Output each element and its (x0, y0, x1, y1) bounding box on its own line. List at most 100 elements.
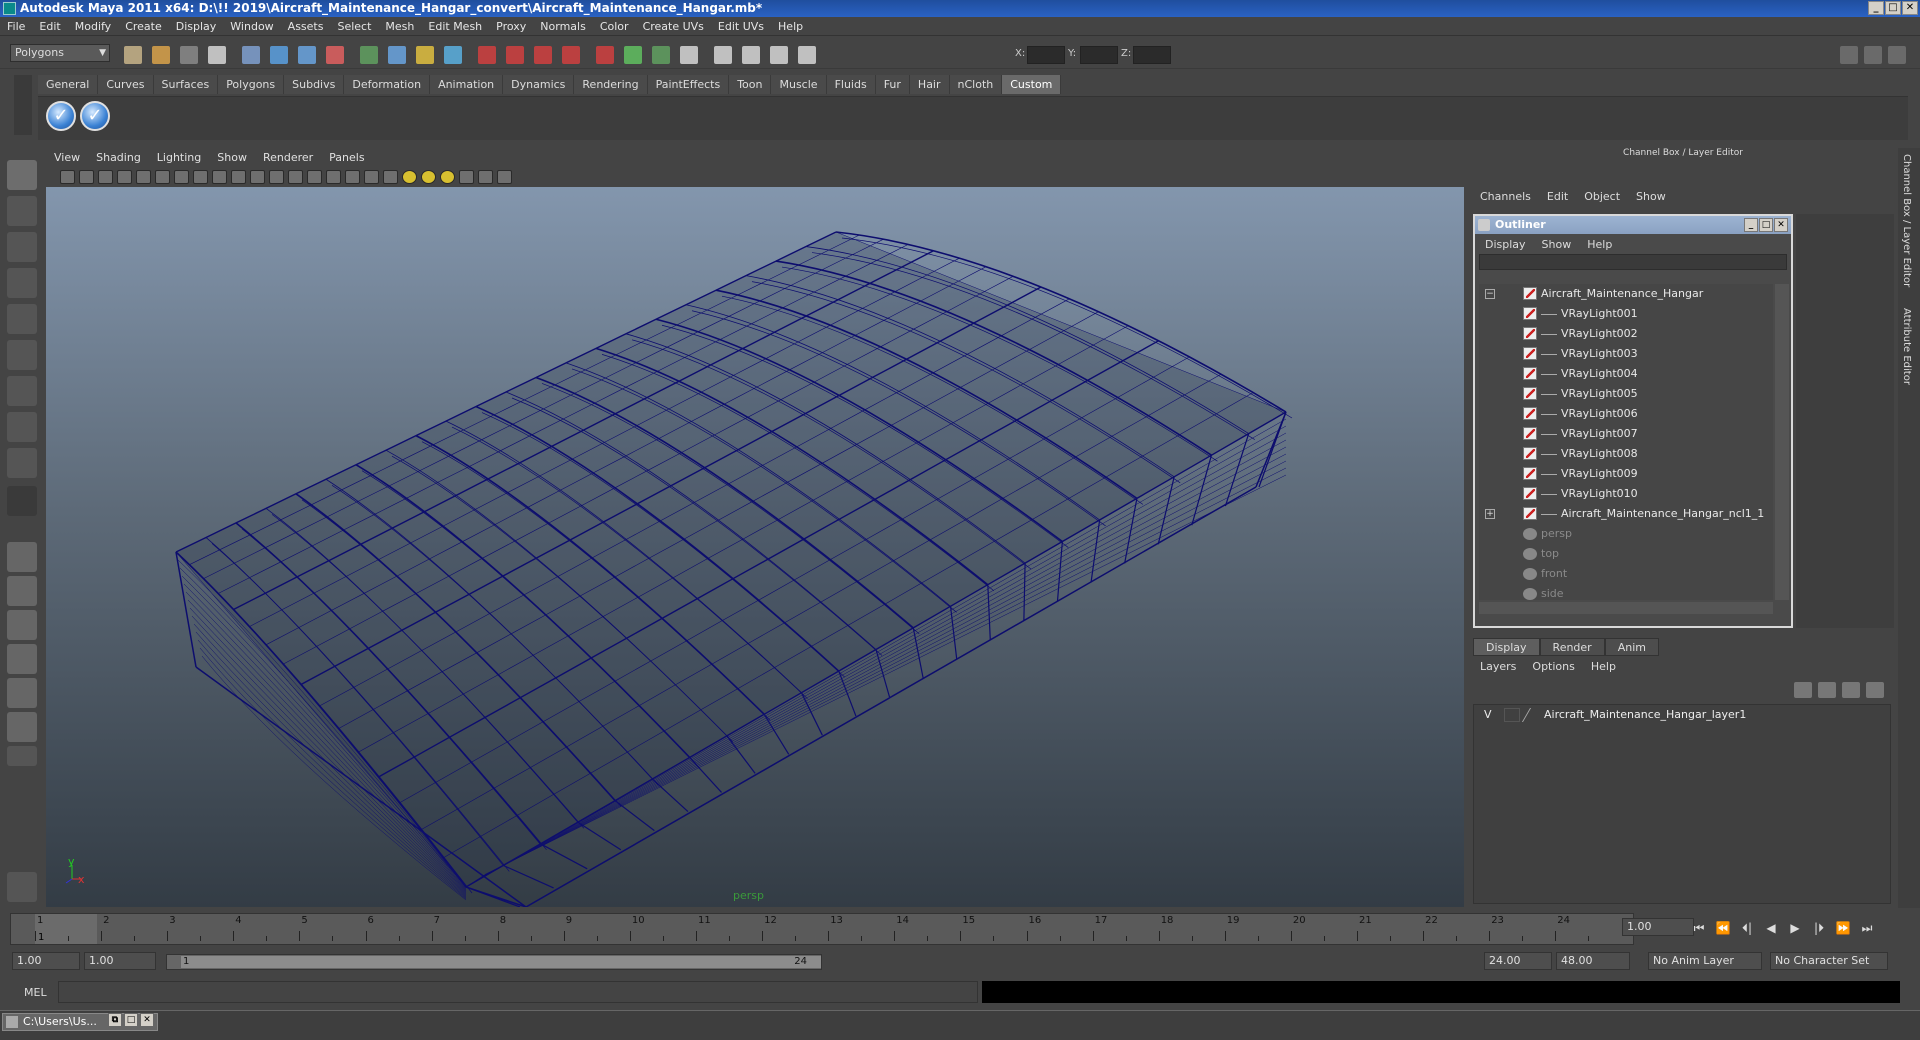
outliner-minimize-button[interactable]: _ (1744, 218, 1758, 232)
select-tool-icon[interactable] (7, 160, 37, 190)
menu-set-dropdown[interactable]: Polygons ▼ (10, 44, 110, 62)
close-button[interactable]: ✕ (1902, 1, 1918, 15)
menu-mesh[interactable]: Mesh (378, 20, 421, 33)
menu-create-uvs[interactable]: Create UVs (636, 20, 711, 33)
outliner-persp-layout-icon[interactable] (7, 610, 37, 640)
maximize-button[interactable]: □ (1885, 1, 1901, 15)
shelf-tab-subdivs[interactable]: Subdivs (284, 75, 345, 94)
playback-button[interactable]: |⏵ (1810, 920, 1828, 936)
manipulator-tool-icon[interactable] (7, 376, 37, 406)
outliner-item[interactable]: persp (1479, 524, 1773, 544)
panel-tool-icon[interactable] (383, 170, 398, 184)
shelf-tab-muscle[interactable]: Muscle (771, 75, 827, 94)
outliner-item[interactable]: VRayLight009 (1479, 464, 1773, 484)
scale-tool-icon[interactable] (7, 340, 37, 370)
playback-button[interactable]: ◀ (1762, 920, 1780, 936)
four-view-layout-icon[interactable] (7, 576, 37, 606)
panel-menu-view[interactable]: View (46, 151, 88, 164)
panel-tool-icon[interactable] (364, 170, 379, 184)
panel-tool-icon[interactable] (212, 170, 227, 184)
shelf-tab-deformation[interactable]: Deformation (344, 75, 431, 94)
outliner-item[interactable]: top (1479, 544, 1773, 564)
playback-button[interactable]: ⏩ (1834, 920, 1852, 936)
playback-button[interactable]: ▶ (1786, 920, 1804, 936)
shelf-tab-animation[interactable]: Animation (430, 75, 504, 94)
panel-tool-icon[interactable] (478, 170, 493, 184)
range-slider[interactable]: 1 24 (166, 954, 822, 970)
restore-button[interactable]: ⧉ (108, 1013, 122, 1027)
panel-tool-icon[interactable] (98, 170, 113, 184)
single-perspective-layout-icon[interactable] (7, 542, 37, 572)
panel-tool-icon[interactable] (60, 170, 75, 184)
playback-end-field[interactable]: 24.00 (1484, 952, 1552, 970)
panel-tool-icon[interactable] (117, 170, 132, 184)
menu-modify[interactable]: Modify (68, 20, 118, 33)
z-input[interactable] (1133, 46, 1171, 64)
layer-tab-display[interactable]: Display (1473, 638, 1540, 656)
outliner-item[interactable]: VRayLight002 (1479, 324, 1773, 344)
layer-menu-help[interactable]: Help (1591, 660, 1616, 673)
rotate-tool-icon[interactable] (7, 304, 37, 334)
layer-visibility-toggle[interactable]: V (1484, 705, 1492, 725)
outliner-item[interactable]: + Aircraft_Maintenance_Hangar_ncl1_1 (1479, 504, 1773, 524)
shelf-tab-fluids[interactable]: Fluids (826, 75, 876, 94)
close-button[interactable]: ✕ (140, 1013, 154, 1027)
current-time-indicator[interactable]: 1 (35, 914, 97, 944)
maximize-button[interactable]: □ (124, 1013, 138, 1027)
script-icon[interactable] (7, 872, 37, 902)
status-tool-icon[interactable] (388, 46, 406, 64)
playback-button[interactable]: ⏪ (1714, 920, 1732, 936)
panel-tool-icon[interactable] (250, 170, 265, 184)
outliner-horizontal-scrollbar[interactable] (1479, 602, 1773, 614)
expand-toggle-icon[interactable]: + (1485, 509, 1495, 519)
outliner-item[interactable]: side (1479, 584, 1773, 600)
menu-window[interactable]: Window (223, 20, 280, 33)
status-tool-icon[interactable] (152, 46, 170, 64)
status-tool-icon[interactable] (770, 46, 788, 64)
status-tool-icon[interactable] (360, 46, 378, 64)
panel-menu-renderer[interactable]: Renderer (255, 151, 321, 164)
layer-type-toggle[interactable] (1504, 708, 1520, 722)
outliner-item[interactable]: VRayLight001 (1479, 304, 1773, 324)
soft-mod-tool-icon[interactable] (7, 412, 37, 442)
expand-toggle-icon[interactable]: − (1485, 289, 1495, 299)
menu-file[interactable]: File (0, 20, 32, 33)
shelf-tab-curves[interactable]: Curves (98, 75, 154, 94)
move-layer-down-icon[interactable] (1818, 682, 1836, 698)
panel-tool-icon[interactable] (402, 170, 417, 184)
status-tool-icon[interactable] (652, 46, 670, 64)
layer-tab-render[interactable]: Render (1539, 638, 1605, 656)
anim-layer-dropdown[interactable]: No Anim Layer (1648, 952, 1762, 970)
status-tool-icon[interactable] (242, 46, 260, 64)
layout-toggle-icon[interactable] (1840, 46, 1858, 64)
more-layouts-icon[interactable] (7, 746, 37, 766)
status-tool-icon[interactable] (596, 46, 614, 64)
status-tool-icon[interactable] (444, 46, 462, 64)
panel-tool-icon[interactable] (79, 170, 94, 184)
panel-tool-icon[interactable] (193, 170, 208, 184)
panel-tool-icon[interactable] (231, 170, 246, 184)
channel-box-menu-show[interactable]: Show (1636, 190, 1666, 203)
y-input[interactable] (1080, 46, 1118, 64)
checkmark-icon[interactable]: ✓ (46, 101, 76, 131)
panel-tool-icon[interactable] (345, 170, 360, 184)
attribute-editor-side-tab[interactable]: Attribute Editor (1901, 308, 1912, 385)
mel-input[interactable] (58, 981, 978, 1003)
status-tool-icon[interactable] (798, 46, 816, 64)
menu-proxy[interactable]: Proxy (489, 20, 533, 33)
outliner-item[interactable]: VRayLight008 (1479, 444, 1773, 464)
status-tool-icon[interactable] (624, 46, 642, 64)
panel-tool-icon[interactable] (459, 170, 474, 184)
menu-create[interactable]: Create (118, 20, 169, 33)
layer-color-swatch[interactable] (1521, 708, 1545, 722)
outliner-menu-help[interactable]: Help (1587, 238, 1612, 251)
playback-button[interactable]: ⏴| (1738, 920, 1756, 936)
range-slider-handle[interactable] (181, 956, 821, 968)
outliner-item[interactable]: VRayLight004 (1479, 364, 1773, 384)
minimize-button[interactable]: _ (1868, 1, 1884, 15)
playback-start-field[interactable]: 1.00 (84, 952, 156, 970)
x-input[interactable] (1027, 46, 1065, 64)
shelf-menu-handle[interactable] (14, 75, 32, 135)
status-tool-icon[interactable] (714, 46, 732, 64)
status-tool-icon[interactable] (180, 46, 198, 64)
